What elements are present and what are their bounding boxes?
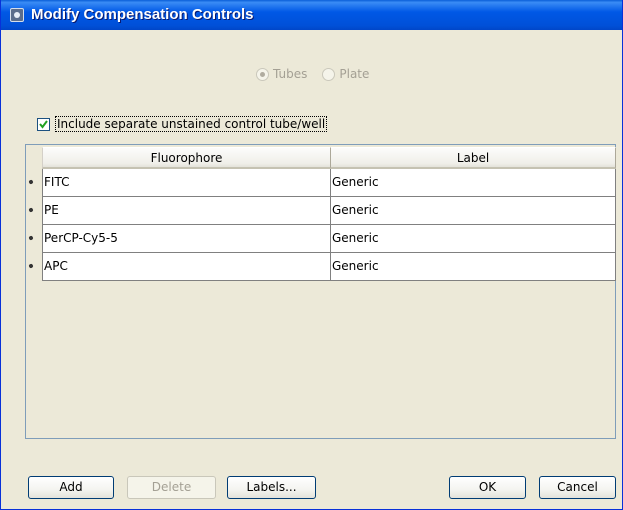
label-cell[interactable]: Generic xyxy=(331,197,616,225)
checkmark-icon xyxy=(39,119,48,129)
table-header: Fluorophore Label xyxy=(42,147,616,169)
table-row[interactable]: APC Generic xyxy=(28,253,616,281)
cancel-button[interactable]: Cancel xyxy=(539,476,616,499)
fluorophore-cell[interactable]: FITC xyxy=(42,169,331,197)
label-cell[interactable]: Generic xyxy=(331,225,616,253)
tubes-plate-radio-group: Tubes Plate xyxy=(256,66,384,82)
plate-radio[interactable] xyxy=(322,67,336,81)
compensation-table-area: Fluorophore Label FITC Generic PE Generi… xyxy=(25,144,616,439)
labels-button[interactable]: Labels... xyxy=(227,476,316,499)
table-row[interactable]: PE Generic xyxy=(28,197,616,225)
fluorophore-cell[interactable]: PerCP-Cy5-5 xyxy=(42,225,331,253)
delete-button[interactable]: Delete xyxy=(127,476,216,499)
include-unstained-row: Include separate unstained control tube/… xyxy=(37,116,328,132)
column-header-label[interactable]: Label xyxy=(331,147,616,169)
window-title: Modify Compensation Controls xyxy=(31,6,254,23)
tubes-radio[interactable] xyxy=(256,67,269,81)
modify-compensation-controls-dialog: Modify Compensation Controls Tubes Plate… xyxy=(0,0,623,510)
plate-radio-label: Plate xyxy=(339,67,370,81)
add-button[interactable]: Add xyxy=(28,476,114,499)
title-bar[interactable]: Modify Compensation Controls xyxy=(1,0,622,30)
ok-button[interactable]: OK xyxy=(449,476,526,499)
row-marker-icon xyxy=(28,263,34,269)
label-cell[interactable]: Generic xyxy=(331,169,616,197)
compensation-table: Fluorophore Label FITC Generic PE Generi… xyxy=(28,147,616,281)
table-row[interactable]: FITC Generic xyxy=(28,169,616,197)
include-unstained-label[interactable]: Include separate unstained control tube/… xyxy=(55,116,328,132)
table-row[interactable]: PerCP-Cy5-5 Generic xyxy=(28,225,616,253)
fluorophore-cell[interactable]: APC xyxy=(42,253,331,281)
label-cell[interactable]: Generic xyxy=(331,253,616,281)
row-marker-icon xyxy=(28,235,34,241)
tubes-radio-label: Tubes xyxy=(273,67,308,81)
app-icon xyxy=(10,8,24,22)
row-marker-icon xyxy=(28,179,34,185)
include-unstained-checkbox[interactable] xyxy=(37,117,50,131)
fluorophore-cell[interactable]: PE xyxy=(42,197,331,225)
row-marker-icon xyxy=(28,207,34,213)
column-header-fluorophore[interactable]: Fluorophore xyxy=(42,147,331,169)
